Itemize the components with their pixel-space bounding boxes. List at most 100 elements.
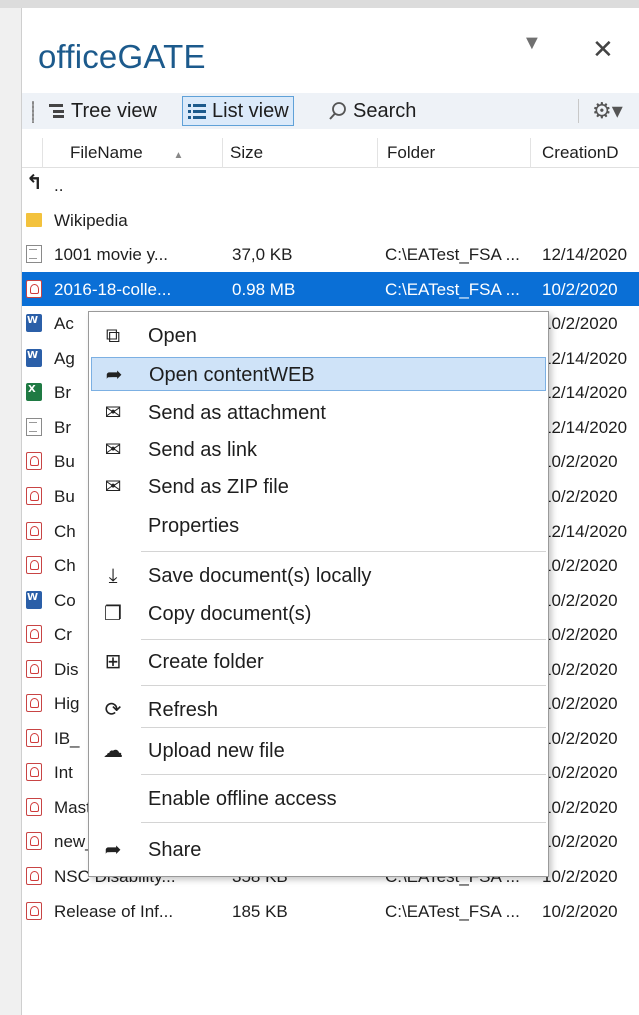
menu-item-upload-new-file[interactable]: ☁ Upload new file [91,734,546,768]
pdf-file-icon [26,901,42,920]
column-divider [42,138,43,168]
list-view-icon [188,104,206,119]
file-folder: C:\EATest_FSA ... [385,245,520,265]
column-folder[interactable]: Folder [387,143,435,163]
file-name: Br [54,417,71,437]
column-creation-date[interactable]: CreationD [542,143,619,163]
excel-file-icon [26,383,42,402]
file-creation-date: 10/2/2020 [542,763,618,783]
file-name: Co [54,590,76,610]
tree-view-label: Tree view [71,99,157,122]
list-view-label: List view [212,99,289,122]
open-external-icon: ⧉ [105,325,121,347]
tree-view-button[interactable]: Tree view [44,96,161,126]
sort-ascending-icon: ▲ [173,150,184,161]
word-file-icon [26,590,42,609]
pdf-file-icon [26,625,42,644]
file-creation-date: 12/14/2020 [542,383,628,403]
pdf-file-icon [26,694,42,713]
table-row[interactable]: 1001 movie y... 37,0 KB C:\EATest_FSA ... 1… [22,237,639,271]
mail-zip-icon: ✉ [104,476,122,498]
file-creation-date: 10/2/2020 [542,452,618,472]
dropdown-triangle-icon[interactable]: ▼ [522,32,542,55]
close-button[interactable]: ✕ [592,34,614,65]
file-creation-date: 12/14/2020 [542,348,628,368]
mail-link-icon: ✉ [104,439,122,461]
menu-item-refresh[interactable]: ⟳ Refresh [91,693,546,727]
file-name: Ac [54,314,74,334]
file-name: Dis [54,659,79,679]
pdf-file-icon [26,797,42,816]
menu-item-properties[interactable]: Properties [91,509,546,543]
menu-item-label: Send as attachment [148,402,326,424]
file-creation-date: 10/2/2020 [542,625,618,645]
panel-title: officeGATE [38,38,206,75]
menu-item-label: Save document(s) locally [148,565,372,587]
file-creation-date: 12/14/2020 [542,521,628,541]
settings-gear-icon[interactable]: ⚙▾ [592,98,623,124]
menu-item-create-folder[interactable]: ⊞ Create folder [91,645,546,679]
file-size: 37,0 KB [232,245,293,265]
menu-item-label: Send as link [148,439,257,461]
word-file-icon [26,348,42,367]
word-file-icon [26,314,42,333]
new-folder-icon: ⊞ [104,651,122,673]
menu-item-send-as-zip-file[interactable]: ✉ Send as ZIP file [91,470,546,504]
file-creation-date: 10/2/2020 [542,486,618,506]
menu-item-label: Send as ZIP file [148,476,289,498]
menu-item-label: Copy document(s) [148,603,312,625]
search-button[interactable]: Search [324,96,420,126]
pdf-file-icon [26,556,42,575]
menu-separator [141,639,546,640]
pdf-file-icon [26,279,42,298]
file-creation-date: 10/2/2020 [542,867,618,886]
menu-item-label: Create folder [148,651,264,673]
search-label: Search [353,99,417,122]
menu-item-enable-offline-access[interactable]: Enable offline access [91,782,546,816]
column-size[interactable]: Size [230,143,263,163]
window-top-strip [0,0,639,8]
column-filename[interactable]: FileName ▲ [70,143,183,163]
menu-item-label: Open contentWEB [149,364,315,386]
file-name: 1001 movie y... [54,245,169,265]
menu-item-save-document-s-locally[interactable]: ⤓ Save document(s) locally [91,559,546,593]
file-name: Bu [54,452,75,472]
menu-item-label: Properties [148,515,240,537]
menu-item-send-as-attachment[interactable]: ✉ Send as attachment [91,396,546,430]
menu-item-label: Enable offline access [148,788,337,810]
pdf-file-icon [26,867,42,885]
toolbar-grip[interactable] [32,101,34,123]
file-name: Wikipedia [54,210,128,230]
file-name: Ch [54,556,76,576]
table-row[interactable]: ↰.. [22,168,639,202]
pdf-file-icon [26,728,42,747]
file-name: IB_ [54,728,80,748]
menu-item-open-contentweb[interactable]: ➦ Open contentWEB [91,357,546,391]
column-divider [222,138,223,168]
file-creation-date: 10/2/2020 [542,694,618,714]
menu-item-label: Share [148,839,202,861]
menu-item-label: Open [148,325,197,347]
menu-item-label: Refresh [148,699,219,721]
toolbar-separator [578,99,579,123]
up-folder-icon: ↰ [26,172,43,194]
download-icon: ⤓ [108,565,118,587]
list-view-button[interactable]: List view [182,96,294,126]
cloud-upload-icon: ☁ [103,740,123,762]
menu-item-share[interactable]: ➦ Share [91,833,546,867]
pdf-file-icon [26,659,42,678]
pdf-file-icon [26,832,42,851]
file-name: .. [54,176,64,195]
file-name: Hig [54,694,80,714]
share-arrow-icon: ➦ [105,364,123,386]
table-row[interactable]: Release of Inf... 185 KB C:\EATest_FSA ...… [22,894,639,928]
menu-item-send-as-link[interactable]: ✉ Send as link [91,433,546,467]
menu-item-copy-document-s[interactable]: ❐ Copy document(s) [91,597,546,631]
table-row[interactable]: 2016-18-colle... 0.98 MB C:\EATest_FSA ...… [22,271,639,306]
tree-view-icon [49,104,64,118]
menu-separator [141,551,546,552]
table-row[interactable]: Wikipedia [22,203,639,237]
menu-item-open[interactable]: ⧉ Open [91,319,546,353]
file-creation-date: 10/2/2020 [542,279,618,299]
menu-separator [141,822,546,823]
